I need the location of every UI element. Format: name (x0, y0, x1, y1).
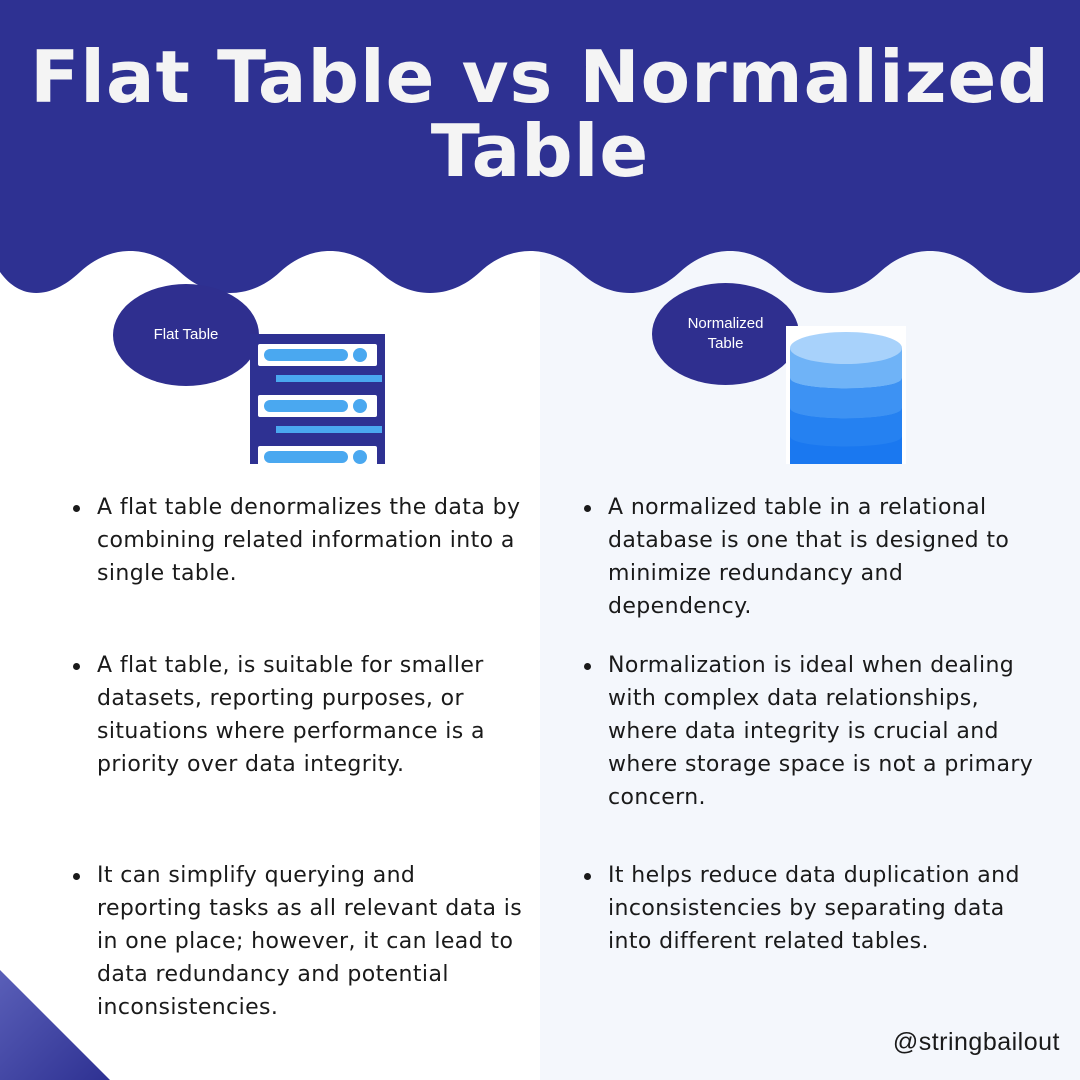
flat-bullet-3: It can simplify querying and reporting t… (66, 859, 526, 1024)
normalized-bullet-1: A normalized table in a relational datab… (577, 491, 1037, 623)
flat-bullet-2: A flat table, is suitable for smaller da… (66, 649, 526, 781)
normalized-bullet-3: It helps reduce data duplication and inc… (577, 859, 1037, 958)
page-title: Flat Table vs Normalized Table (30, 35, 1050, 193)
header-banner: Flat Table vs Normalized Table (0, 0, 1080, 320)
flat-table-label: Flat Table (153, 326, 219, 343)
normalized-table-label-bubble: Normalized Table (652, 283, 799, 385)
corner-triangle-decoration (0, 970, 110, 1080)
author-handle: @stringbailout (892, 1028, 1060, 1056)
normalized-bullet-2: Normalization is ideal when dealing with… (577, 649, 1037, 814)
normalized-table-label: Normalized Table (687, 315, 764, 352)
flat-table-label-bubble: Flat Table (113, 284, 259, 386)
server-rack-icon (250, 334, 385, 464)
flat-bullet-1: A flat table denormalizes the data by co… (66, 491, 526, 590)
database-icon (786, 326, 906, 464)
